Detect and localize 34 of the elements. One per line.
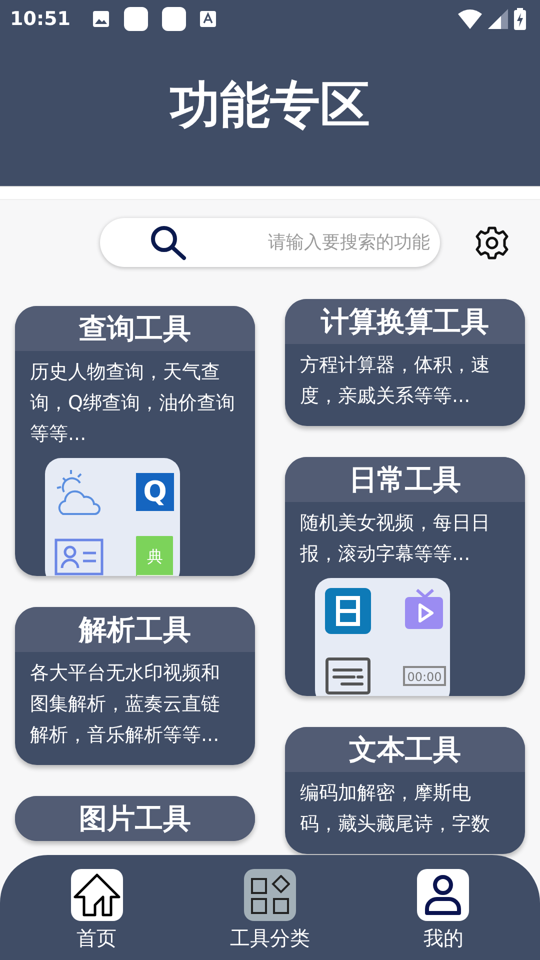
tool-card[interactable]: 图片工具 xyxy=(15,796,255,841)
user-icon xyxy=(423,873,464,917)
battery-icon xyxy=(514,8,526,30)
grid-icon xyxy=(250,875,290,915)
app-icon xyxy=(124,7,148,31)
nav-tab[interactable]: 我的 xyxy=(383,869,504,960)
card-description: 各大平台无水印视频和图集解析，蓝奏云直链解析，音乐解析等等... xyxy=(29,661,221,748)
keyboard-icon xyxy=(200,11,216,27)
card-title: 日常工具 xyxy=(349,462,461,498)
app-icon xyxy=(162,7,186,31)
image-icon xyxy=(92,10,110,28)
tool-card[interactable]: 日常工具 随机美女视频，每日日报，滚动字幕等等... 00:00 xyxy=(285,457,525,696)
signal-icon xyxy=(488,9,508,29)
home-icon xyxy=(72,873,121,917)
card-title: 解析工具 xyxy=(79,612,191,648)
card-title: 计算换算工具 xyxy=(321,304,489,340)
tool-card[interactable]: 解析工具 各大平台无水印视频和图集解析，蓝奏云直链解析，音乐解析等等... xyxy=(15,607,255,765)
card-title: 文本工具 xyxy=(349,732,461,768)
clock-time: 10:51 xyxy=(10,8,70,30)
search-field[interactable]: 请输入要搜索的功能 xyxy=(100,218,440,267)
wifi-icon xyxy=(458,9,482,29)
tool-card[interactable]: 文本工具 编码加解密，摩斯电码，藏头藏尾诗，字数 xyxy=(285,727,525,854)
tool-card[interactable]: 查询工具 历史人物查询，天气查询，Q绑查询，油价查询等等... Q 典 xyxy=(15,306,255,576)
nav-tab[interactable]: 工具分类 xyxy=(210,869,330,960)
page-title: 功能专区 xyxy=(170,74,370,136)
settings-icon[interactable] xyxy=(474,224,510,260)
card-title: 查询工具 xyxy=(79,310,191,346)
nav-tab[interactable]: 首页 xyxy=(36,869,157,960)
card-description: 编码加解密，摩斯电码，藏头藏尾诗，字数 xyxy=(299,781,491,837)
card-description: 随机美女视频，每日日报，滚动字幕等等... xyxy=(299,511,491,567)
card-title: 图片工具 xyxy=(79,800,191,836)
card-description: 方程计算器，体积，速度，亲戚关系等等... xyxy=(299,353,491,409)
tool-card[interactable]: 计算换算工具 方程计算器，体积，速度，亲戚关系等等... xyxy=(285,299,525,426)
card-description: 历史人物查询，天气查询，Q绑查询，油价查询等等... xyxy=(29,360,236,447)
